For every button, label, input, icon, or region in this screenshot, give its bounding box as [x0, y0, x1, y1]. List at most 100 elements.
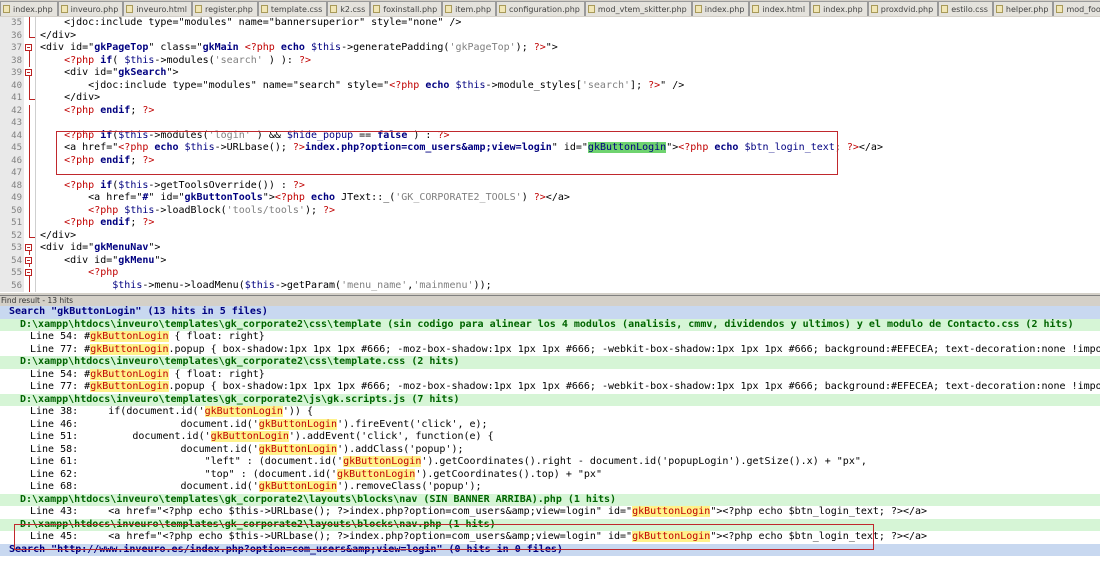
code-line[interactable]: 43 — [0, 117, 1100, 130]
code-line[interactable]: 41 </div> — [0, 92, 1100, 105]
code-line[interactable]: 56 $this->menu->loadMenu($this->getParam… — [0, 279, 1100, 292]
code-text: <jdoc:include type="modules" name="banne… — [40, 17, 462, 28]
code-text: $this->menu->loadMenu($this->getParam('m… — [112, 279, 492, 291]
code-line[interactable]: 42 <?php endif; ?> — [0, 104, 1100, 117]
tab-k2-css[interactable]: k2.css — [327, 1, 371, 16]
tab-mod-vtem-skitter-php[interactable]: mod_vtem_skitter.php — [584, 1, 692, 16]
code-text: </div> — [40, 29, 77, 41]
code-line[interactable]: 51 <?php endif; ?> — [0, 217, 1100, 230]
tab-bar: index.php inveuro.php inveuro.html register… — [0, 0, 1100, 18]
code-line[interactable]: 37 <div id="gkPageTop" class="gkMain <?ph… — [0, 42, 1100, 55]
result-hit-row[interactable]: Line 54: #gkButtonLogin { float: right} — [0, 368, 1100, 382]
fold-toggle-icon[interactable] — [24, 42, 36, 55]
fold-toggle-icon[interactable] — [24, 67, 36, 80]
fold-marker — [24, 204, 36, 217]
result-hit-row[interactable]: Line 51: document.id('gkButtonLogin').ad… — [0, 431, 1100, 444]
match-highlight: gkButtonLogin — [90, 343, 169, 355]
result-hit-row[interactable]: Line 77: #gkButtonLogin.popup { box-shad… — [0, 381, 1100, 394]
code-line[interactable]: 52 </div> — [0, 229, 1100, 242]
tab-index-php[interactable]: index.php — [691, 1, 750, 16]
line-number: 44 — [0, 129, 24, 142]
code-line[interactable]: 46 <?php endif; ?> — [0, 154, 1100, 167]
result-file-row[interactable]: D:\xampp\htdocs\inveuro\templates\gk_cor… — [0, 493, 1100, 506]
code-text: <div id="gkPageTop" class="gkMain <?php … — [40, 42, 558, 53]
result-hit-row[interactable]: Line 77: #gkButtonLogin.popup { box-shad… — [0, 343, 1100, 357]
tab-label: item.php — [455, 4, 492, 14]
fold-toggle-icon[interactable] — [24, 254, 36, 267]
code-line[interactable]: 36 </div> — [0, 29, 1100, 42]
code-line[interactable]: 35 <jdoc:include type="modules" name="ba… — [0, 17, 1100, 30]
tab-index-php[interactable]: index.php — [810, 1, 868, 16]
result-hit-row[interactable]: Line 46: document.id('gkButtonLogin').fi… — [0, 418, 1100, 432]
code-line[interactable]: 49 <a href="#" id="gkButtonTools"><?php … — [0, 192, 1100, 205]
result-hit-row[interactable]: Line 54: #gkButtonLogin { float: right} — [0, 331, 1100, 344]
result-hit-row[interactable]: Line 61: "left" : (document.id('gkButton… — [0, 456, 1100, 469]
tab-mod-footer-php[interactable]: mod_footer.php — [1053, 1, 1100, 16]
code-text: <div id="gkMenu"> — [40, 254, 167, 266]
tab-item-php[interactable]: item.php — [442, 1, 497, 16]
result-hit-row[interactable]: Line 43: <a href="<?php echo $this->URLb… — [0, 506, 1100, 519]
tab-index-php[interactable]: index.php — [0, 1, 58, 16]
tab-label: foxinstall.php — [383, 4, 438, 14]
code-line[interactable]: 40 <jdoc:include type="modules" name="se… — [0, 79, 1100, 92]
tab-label: proxdvid.php — [880, 4, 934, 14]
search-summary-row[interactable]: Search "http://www.inveuro.es/index.php?… — [0, 543, 1100, 556]
line-number: 41 — [0, 92, 24, 105]
tab-configuration-php[interactable]: configuration.php — [496, 1, 585, 16]
code-line[interactable]: 55 <?php — [0, 267, 1100, 280]
file-icon — [60, 5, 68, 13]
result-hit-row[interactable]: Line 45: <a href="<?php echo $this->URLb… — [0, 531, 1100, 544]
tab-inveuro-html[interactable]: inveuro.html — [123, 1, 192, 16]
code-editor[interactable]: 35 <jdoc:include type="modules" name="ba… — [0, 17, 1100, 292]
tab-foxinstall-php[interactable]: foxinstall.php — [370, 1, 443, 16]
file-icon — [813, 5, 821, 13]
file-icon — [373, 5, 381, 13]
tab-index-html[interactable]: index.html — [749, 1, 811, 16]
tab-label: mod_vtem_skitter.php — [597, 4, 687, 14]
result-file-row[interactable]: D:\xampp\htdocs\inveuro\templates\gk_cor… — [0, 393, 1100, 406]
fold-marker — [24, 167, 36, 180]
code-line[interactable]: 54 <div id="gkMenu"> — [0, 254, 1100, 267]
line-number: 42 — [0, 104, 24, 117]
code-line[interactable]: 53 <div id="gkMenuNav"> — [0, 242, 1100, 255]
search-summary-row[interactable]: Search "gkButtonLogin" (13 hits in 5 fil… — [0, 306, 1100, 319]
file-icon — [194, 5, 202, 13]
line-number: 36 — [0, 29, 24, 42]
code-line[interactable]: 44 <?php if($this->modules('login' ) && … — [0, 129, 1100, 142]
tab-proxdvid-php[interactable]: proxdvid.php — [867, 1, 939, 16]
result-hit-row[interactable]: Line 62: "top" : (document.id('gkButtonL… — [0, 468, 1100, 482]
match-highlight: gkButtonLogin — [337, 468, 416, 480]
result-file-row[interactable]: D:\xampp\htdocs\inveuro\templates\gk_cor… — [0, 318, 1100, 331]
line-number: 48 — [0, 179, 24, 192]
result-file-row[interactable]: D:\xampp\htdocs\inveuro\templates\gk_cor… — [0, 356, 1100, 369]
fold-marker — [24, 217, 36, 230]
file-icon — [499, 5, 507, 13]
line-number: 43 — [0, 117, 24, 130]
code-text: </div> — [40, 229, 77, 241]
code-line[interactable]: 47 — [0, 167, 1100, 180]
tab-register-php[interactable]: register.php — [191, 1, 258, 16]
code-line[interactable]: 50 <?php $this->loadBlock('tools/tools')… — [0, 204, 1100, 217]
file-icon — [3, 5, 10, 13]
line-number: 45 — [0, 142, 24, 155]
tab-estilo-css[interactable]: estilo.css — [938, 1, 993, 16]
fold-toggle-icon[interactable] — [24, 242, 36, 255]
tab-template-css[interactable]: template.css — [257, 1, 328, 16]
result-hit-row[interactable]: Line 58: document.id('gkButtonLogin').ad… — [0, 443, 1100, 457]
line-number: 54 — [0, 254, 24, 267]
result-hit-row[interactable]: Line 38: if(document.id('gkButtonLogin')… — [0, 406, 1100, 419]
tab-inveuro-php[interactable]: inveuro.php — [57, 1, 124, 16]
code-line[interactable]: 48 <?php if($this->getToolsOverride()) :… — [0, 179, 1100, 192]
result-file-row[interactable]: D:\xampp\htdocs\inveuro\templates\gk_cor… — [0, 518, 1100, 531]
fold-toggle-icon[interactable] — [24, 267, 36, 280]
find-results-panel[interactable]: Search "gkButtonLogin" (13 hits in 5 fil… — [0, 306, 1100, 565]
code-line[interactable]: 39 <div id="gkSearch"> — [0, 67, 1100, 80]
tab-label: k2.css — [340, 4, 366, 14]
result-hit-row[interactable]: Line 68: document.id('gkButtonLogin').re… — [0, 481, 1100, 494]
code-line[interactable]: 45 <a href="<?php echo $this->URLbase();… — [0, 142, 1100, 155]
tab-helper-php[interactable]: helper.php — [992, 1, 1054, 16]
match-highlight: gkButtonLogin — [90, 331, 169, 342]
code-line[interactable]: 38 <?php if( $this->modules('search' ) )… — [0, 54, 1100, 67]
tab-label: index.php — [13, 4, 53, 14]
